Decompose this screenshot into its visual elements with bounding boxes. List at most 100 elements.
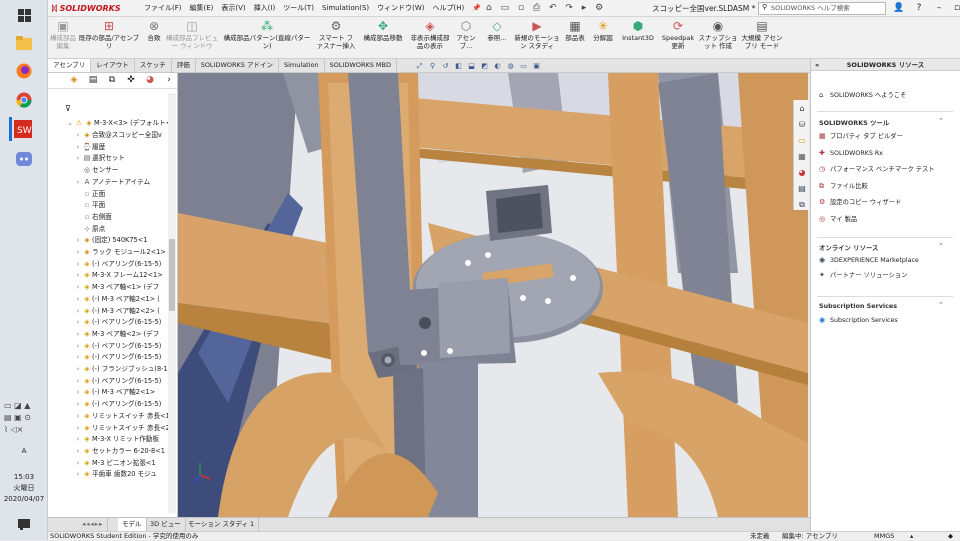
tree-expand-icon[interactable]: ›	[74, 269, 82, 281]
take-snapshot-button[interactable]: ◉ スナップショット 作成	[698, 19, 738, 50]
previous-view-icon[interactable]: ↺	[440, 61, 451, 72]
clock-time[interactable]: 15:03	[0, 472, 48, 483]
user-icon[interactable]: 👤	[890, 0, 908, 17]
subscription-collapse-icon[interactable]: ⌃	[938, 301, 944, 309]
speedpak-update-button[interactable]: ⟳ Speedpak 更新	[660, 19, 696, 50]
section-view-icon[interactable]: ◧	[453, 61, 464, 72]
tool-link[interactable]: ◎ マイ 製品	[819, 214, 857, 225]
tool-link[interactable]: ✚ SOLIDWORKS Rx	[819, 148, 883, 159]
reference-geometry-button[interactable]: ◇ 参照...	[482, 19, 512, 42]
move-component-button[interactable]: ✥ 構成部品移動	[358, 19, 408, 42]
view-palette-icon[interactable]: ▦	[795, 150, 809, 164]
tree-expand-icon[interactable]: ›	[74, 281, 82, 293]
tree-expand-icon[interactable]: ›	[74, 422, 82, 434]
tree-expand-icon[interactable]: ›	[74, 293, 82, 305]
tree-expand-icon[interactable]: ›	[74, 363, 82, 375]
exploded-view-button[interactable]: ✳ 分解図	[590, 19, 616, 42]
tree-expand-icon[interactable]: ›	[74, 398, 82, 410]
appearance-icon[interactable]: ◍	[505, 61, 516, 72]
view-orientation-icon[interactable]: ⬓	[466, 61, 477, 72]
tree-expand-icon[interactable]: ›	[74, 375, 82, 387]
tree-expand-icon[interactable]: ›	[74, 129, 82, 141]
display-style-icon[interactable]: ◩	[479, 61, 490, 72]
windows-start-icon[interactable]	[12, 3, 36, 27]
property-manager-icon[interactable]: ▤	[85, 73, 101, 88]
tree-expand-icon[interactable]: ›	[74, 258, 82, 270]
tree-expand-icon[interactable]: ›	[74, 468, 82, 480]
zoom-area-icon[interactable]: ⚲	[427, 61, 438, 72]
file-explorer-icon[interactable]	[12, 31, 36, 55]
ime-indicator[interactable]: A	[0, 446, 48, 457]
tree-node[interactable]: › ▤ 選択セット	[74, 152, 125, 164]
tree-node[interactable]: ◎ センサー	[74, 164, 118, 176]
tool-link[interactable]: ⧉ ファイル比較	[819, 181, 868, 192]
tree-expand-icon[interactable]: ›	[74, 141, 82, 153]
instant3d-button[interactable]: ⬢ Instant3D	[618, 19, 658, 42]
insert-components-button[interactable]: ⊞ 既存の部品/アセンブリ	[78, 19, 140, 50]
tree-node[interactable]: › ◈ (-) フランジブッシュ(8-1	[74, 363, 168, 375]
online-resource-link[interactable]: ✦ パートナー ソリューション	[819, 270, 907, 281]
tree-expand-icon[interactable]: ›	[74, 351, 82, 363]
online-resource-link[interactable]: ◉ 3DEXPERIENCE Marketplace	[819, 255, 919, 266]
tab-scroll-arrows[interactable]: ◂◂◂▸▸	[78, 518, 109, 531]
tree-root-node[interactable]: ⌄ ⚠ ◈ M-3-X<3> (デフォルト<	[66, 117, 171, 129]
tree-expand-icon[interactable]: ›	[74, 234, 82, 246]
pin-icon[interactable]: 📌	[468, 0, 485, 17]
tab-simulation[interactable]: Simulation	[279, 59, 325, 72]
custom-properties-icon[interactable]: ▤	[795, 182, 809, 196]
dimxpert-icon[interactable]: ✜	[123, 73, 139, 88]
tree-expand-icon[interactable]: ›	[74, 340, 82, 352]
tool-link[interactable]: ▦ プロパティ タブ ビルダー	[819, 131, 903, 142]
tree-expand-icon[interactable]: ›	[74, 445, 82, 457]
tree-node[interactable]: › ◈ (-) M-3 ベア軸2<1>	[74, 386, 156, 398]
tree-node[interactable]: › ◈ (-) ベアリング(6-15-5)	[74, 398, 162, 410]
help-search-input[interactable]: SOLIDWORKS ヘルプ検索	[758, 2, 886, 15]
chrome-icon[interactable]	[12, 88, 36, 112]
tree-node[interactable]: › ◈ 平歯車 歯数20 モジュ	[74, 468, 157, 480]
notification-icon[interactable]	[12, 512, 36, 536]
online-collapse-icon[interactable]: ⌃	[938, 242, 944, 250]
tree-scrollbar-thumb[interactable]	[169, 239, 175, 311]
tab-mbd[interactable]: SOLIDWORKS MBD	[325, 59, 397, 72]
tab-motion-study[interactable]: モーション スタディ 1	[184, 518, 260, 531]
tree-node[interactable]: ▫ 正面	[74, 188, 106, 200]
edit-component-button[interactable]: ▣ 構成部品編集	[50, 19, 76, 50]
tree-node[interactable]: › ◈ (-) ベアリング(6-15-5)	[74, 258, 162, 270]
tree-node[interactable]: ▫ 平面	[74, 199, 106, 211]
filter-icon[interactable]: ⊽	[65, 104, 71, 113]
hide-show-icon[interactable]: ◐	[492, 61, 503, 72]
restore-icon[interactable]: ▫	[948, 0, 960, 17]
tree-node[interactable]: › ◈ (-) M-3 ベア軸2<1> (	[74, 293, 160, 305]
menu-file[interactable]: ファイル(F)	[140, 0, 186, 17]
solidworks-forum-icon[interactable]: ⧉	[795, 198, 809, 212]
tree-node[interactable]: › ◈ M-3-X リミット作動板	[74, 433, 159, 445]
tree-expand-icon[interactable]: ›	[74, 152, 82, 164]
tool-link[interactable]: ⚙ 設定のコピー ウィザード	[819, 197, 901, 208]
tree-expand-icon[interactable]: ›	[74, 328, 82, 340]
tree-node[interactable]: ▫ 右側面	[74, 211, 112, 223]
view-settings-icon[interactable]: ▣	[531, 61, 542, 72]
scene-icon[interactable]: ▭	[518, 61, 529, 72]
mate-button[interactable]: ⊗ 合致	[142, 19, 166, 42]
tab-addins[interactable]: SOLIDWORKS アドイン	[196, 59, 279, 72]
expand-icon[interactable]: ›	[161, 73, 177, 88]
tree-node[interactable]: › A アノテートアイテム	[74, 176, 150, 188]
new-motion-study-button[interactable]: ▶ 新規のモーション スタディ	[514, 19, 560, 50]
welcome-link[interactable]: ⌂ SOLIDWORKS へようこそ	[819, 90, 906, 101]
display-manager-icon[interactable]: ◕	[142, 73, 158, 88]
tree-node[interactable]: › ◈ ラック モジュール2<1> (	[74, 246, 171, 258]
design-library-icon[interactable]: ⛁	[795, 118, 809, 132]
tree-expand-icon[interactable]: ›	[74, 316, 82, 328]
collapse-pane-icon[interactable]: «	[815, 59, 819, 71]
tree-node[interactable]: › ◈ M-3 ベア軸<1> (デフ	[74, 281, 160, 293]
menu-insert[interactable]: 挿入(I)	[250, 0, 280, 17]
tree-expand-icon[interactable]: ›	[74, 246, 82, 258]
tree-expand-icon[interactable]: ›	[74, 305, 82, 317]
tree-expand-icon[interactable]: ›	[74, 433, 82, 445]
tree-expand-icon[interactable]: ›	[74, 386, 82, 398]
home-icon[interactable]: ⌂	[795, 102, 809, 116]
appearances-icon[interactable]: ◕	[795, 166, 809, 180]
tree-node[interactable]: › ◈ リミットスイッチ 赤長<1	[74, 410, 170, 422]
tree-node[interactable]: › ◈ リミットスイッチ 赤長<2	[74, 422, 170, 434]
menu-view[interactable]: 表示(V)	[217, 0, 249, 17]
